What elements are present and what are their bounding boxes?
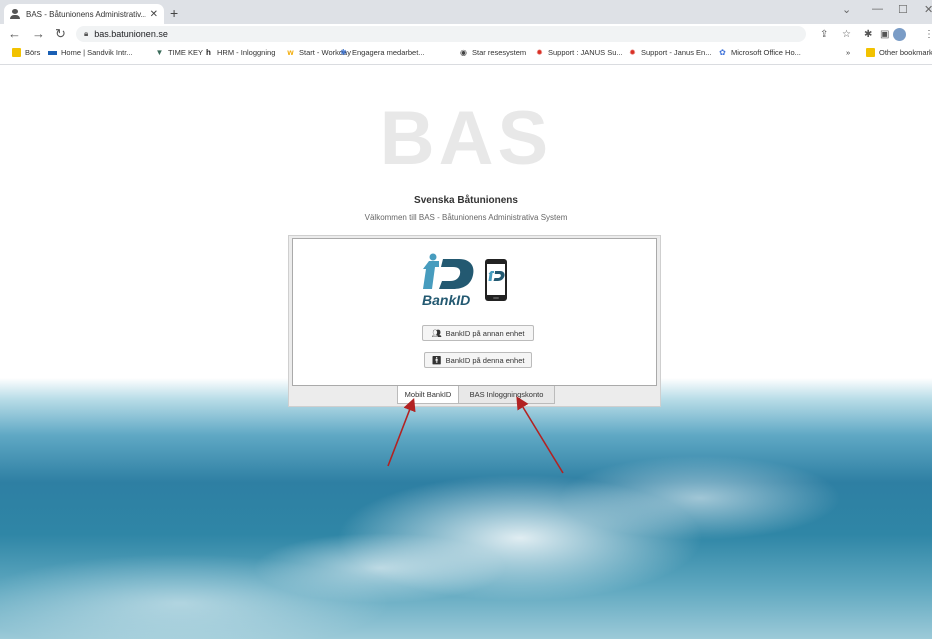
browser-toolbar: ← → ↻ 🔒︎ bas.batunionen.se ⇪ ☆ ✱ ▣ ⋮ — [0, 24, 932, 46]
janus-icon: ✹ — [629, 48, 636, 57]
page-content: BAS Svenska Båtunionens Välkommen till B… — [0, 65, 932, 639]
timekey-icon: ▼ — [155, 48, 164, 57]
bookmark-item[interactable]: Home | Sandvik Intr... — [48, 48, 133, 57]
bookmark-item[interactable]: ✹ Support - Janus En... — [628, 48, 711, 57]
bookmarks-bar: Börs Home | Sandvik Intr... ▼ TIME KEY h… — [0, 46, 932, 65]
bookmark-item[interactable]: ✹ Support : JANUS Su... — [535, 48, 623, 57]
bookmark-label: HRM - Inloggning — [217, 48, 276, 57]
bookmark-item[interactable]: h HRM - Inloggning — [204, 48, 275, 57]
browser-tab[interactable]: BAS - Båtunionens Administrativ... ✕ — [4, 4, 164, 24]
office-icon: ✿ — [719, 48, 726, 57]
bankid-this-device-button[interactable]: 🚹︎ BankID på denna enhet — [424, 352, 532, 368]
bookmark-label: Support - Janus En... — [641, 48, 712, 57]
star-resesystem-icon: ◉ — [460, 48, 467, 57]
tab-bas-inloggningskonto[interactable]: BAS Inloggningskonto — [459, 386, 555, 404]
bookmark-label: Other bookmarks — [879, 48, 932, 57]
lock-icon[interactable]: 🔒︎ — [84, 29, 88, 39]
bookmark-label: Microsoft Office Ho... — [731, 48, 801, 57]
engage-icon: ❋ — [340, 48, 347, 57]
bookmark-item[interactable]: Börs — [12, 48, 40, 57]
more-bookmarks-button[interactable]: » — [846, 48, 850, 57]
janus-icon: ✹ — [536, 48, 543, 57]
close-tab-icon[interactable]: ✕ — [150, 9, 158, 20]
bankid-logo-icon: BankID — [422, 253, 507, 308]
bankid-other-device-button[interactable]: 👥︎ BankID på annan enhet — [422, 325, 534, 341]
bookmark-label: TIME KEY — [168, 48, 204, 57]
user-favicon-icon — [10, 9, 20, 19]
share-icon[interactable]: ⇪ — [820, 29, 828, 40]
minimize-icon[interactable]: — — [872, 3, 883, 15]
bankid-this-device-label: BankID på denna enhet — [445, 355, 525, 365]
bookmark-label: Börs — [25, 48, 41, 57]
login-panel: BankID 👥︎ BankID på annan enhet 🚹︎ BankI… — [288, 235, 661, 407]
bas-logo: BAS — [379, 96, 553, 181]
bookmark-item[interactable]: ✿ Microsoft Office Ho... — [718, 48, 801, 57]
workday-icon: w — [287, 48, 294, 57]
tab-mobilt-bankid[interactable]: Mobilt BankID — [397, 386, 459, 404]
bookmark-label: Support : JANUS Su... — [548, 48, 623, 57]
bookmark-label: Home | Sandvik Intr... — [61, 48, 133, 57]
bookmark-label: Star resesystem — [472, 48, 527, 57]
other-bookmarks-folder[interactable]: Other bookmarks — [866, 48, 932, 57]
tab-title: BAS - Båtunionens Administrativ... — [26, 9, 146, 19]
sandvik-icon — [48, 50, 57, 55]
bankid-wordmark: BankID — [422, 292, 470, 308]
bookmark-star-icon[interactable]: ☆ — [842, 29, 851, 40]
maximize-icon[interactable]: ☐ — [898, 3, 908, 16]
profile-avatar[interactable] — [893, 28, 906, 41]
url-text: bas.batunionen.se — [94, 29, 168, 39]
users-icon: 👥︎ — [431, 328, 442, 338]
login-method-tabs: Mobilt BankID BAS Inloggningskonto — [397, 386, 555, 404]
ocean-background-image — [0, 378, 932, 639]
folder-icon — [866, 48, 875, 57]
person-icon: 🚹︎ — [431, 355, 442, 365]
address-bar[interactable]: 🔒︎ bas.batunionen.se — [76, 26, 806, 42]
tab-search-icon[interactable]: ⌄ — [842, 3, 851, 16]
window-close-icon[interactable]: ✕ — [924, 3, 932, 16]
bookmark-item[interactable]: ❋ Engagera medarbet... — [339, 48, 425, 57]
back-icon[interactable]: ← — [8, 26, 21, 41]
login-panel-body: BankID 👥︎ BankID på annan enhet 🚹︎ BankI… — [292, 238, 657, 386]
org-name: Svenska Båtunionens — [414, 195, 518, 206]
forward-icon[interactable]: → — [32, 26, 45, 41]
side-panel-icon[interactable]: ▣ — [880, 29, 889, 40]
bankid-other-device-label: BankID på annan enhet — [445, 328, 525, 338]
bookmark-item[interactable]: ▼ TIME KEY — [155, 48, 203, 57]
more-bookmarks-icon: » — [846, 48, 851, 57]
browser-tabstrip: BAS - Båtunionens Administrativ... ✕ + ⌄… — [0, 0, 932, 24]
menu-icon[interactable]: ⋮ — [924, 29, 932, 40]
bookmark-item[interactable]: ◉ Star resesystem — [459, 48, 526, 57]
welcome-text: Välkommen till BAS - Båtunionens Adminis… — [364, 213, 568, 222]
hrm-icon: h — [206, 48, 211, 57]
reload-icon[interactable]: ↻ — [55, 26, 66, 42]
extensions-icon[interactable]: ✱ — [864, 29, 872, 40]
bookmark-label: Engagera medarbet... — [352, 48, 425, 57]
new-tab-icon[interactable]: + — [170, 5, 178, 21]
folder-icon — [12, 48, 21, 57]
